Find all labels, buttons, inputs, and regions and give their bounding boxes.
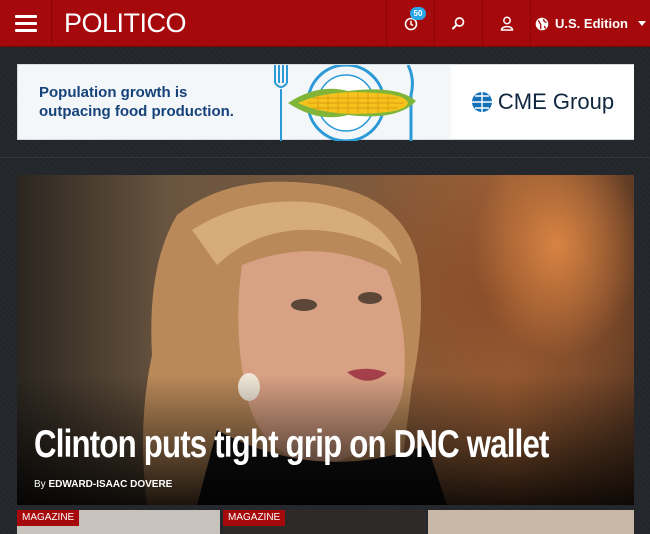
menu-button[interactable] [0,0,52,47]
site-logo[interactable]: POLITICO [64,8,187,39]
account-button[interactable] [482,0,530,47]
story-card[interactable]: MAGAZINE [17,510,220,534]
edition-selector[interactable]: U.S. Edition [530,0,650,47]
byline-author[interactable]: EDWARD-ISAAC DOVERE [48,479,172,490]
ad-headline: Population growth is outpacing food prod… [39,84,234,120]
search-button[interactable] [434,0,482,47]
search-icon [452,17,465,30]
hamburger-icon-line [14,15,37,18]
chevron-down-icon [637,21,646,26]
story-card[interactable] [428,510,634,534]
section-tag: MAGAZINE [223,510,286,526]
user-icon [500,16,513,31]
hamburger-icon-line [14,29,37,32]
lead-story[interactable]: Clinton puts tight grip on DNC wallet By… [17,175,634,505]
advertisement-banner[interactable]: Population growth is outpacing food prod… [17,64,634,141]
byline: By EDWARD-ISAAC DOVERE [34,479,172,490]
history-count-badge: 50 [410,7,426,20]
section-divider [0,157,650,158]
section-tag: MAGAZINE [17,510,80,526]
ad-brand: CME Group [451,65,634,139]
lead-headline[interactable]: Clinton puts tight grip on DNC wallet [34,423,549,467]
cme-globe-logo [471,92,492,112]
edition-label: U.S. Edition [555,16,628,31]
story-card[interactable]: MAGAZINE [223,510,426,534]
ad-brand-name: CME Group [497,89,615,114]
history-button[interactable]: 50 [386,0,434,47]
corn-plate-illustration [274,65,416,141]
top-navigation-bar: POLITICO 50 U.S. Edition [0,0,650,47]
byline-prefix: By [34,479,46,490]
globe-icon [535,17,549,30]
hamburger-icon-line [14,22,37,25]
